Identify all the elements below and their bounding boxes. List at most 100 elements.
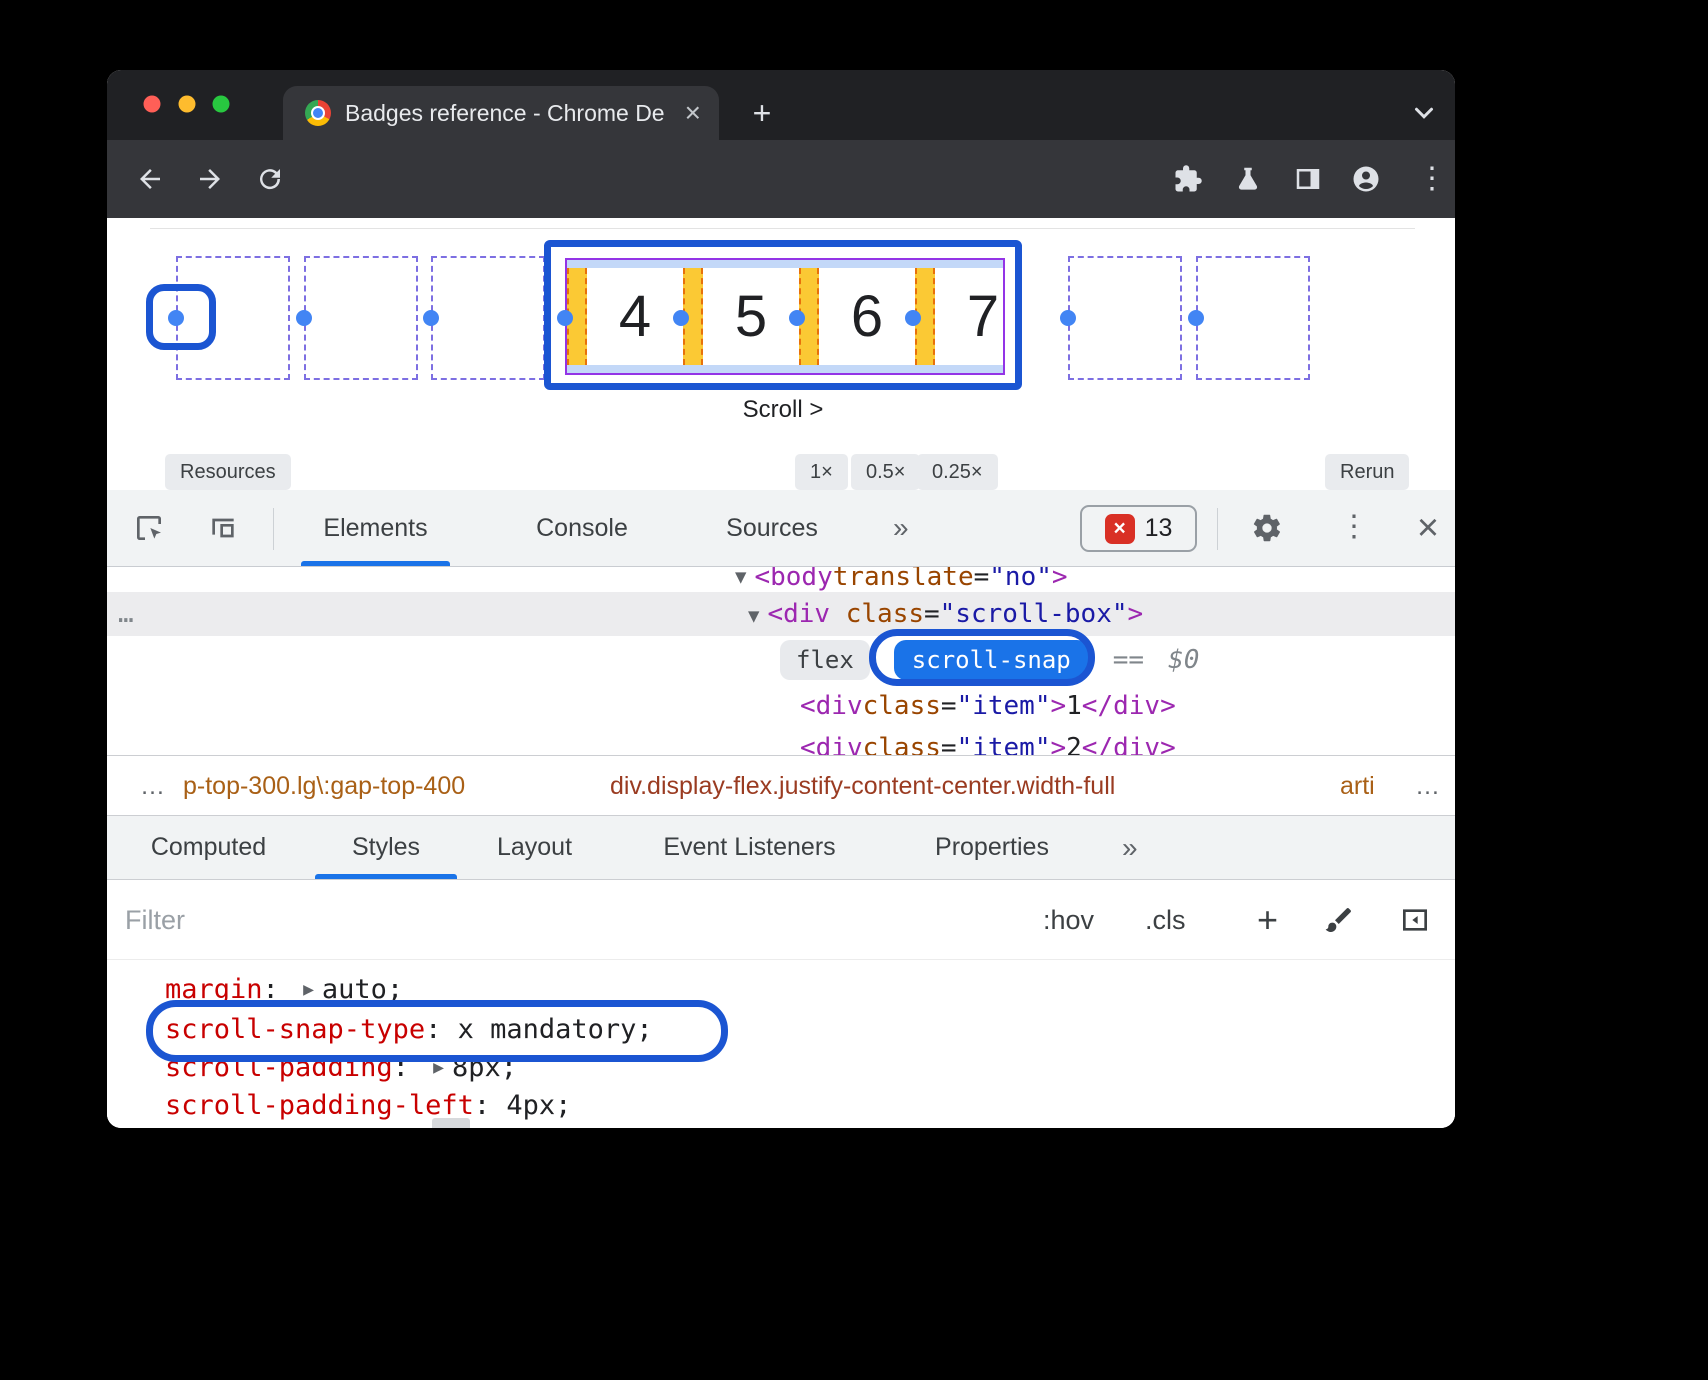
inspect-element-icon[interactable] <box>133 512 165 544</box>
extensions-puzzle-icon[interactable] <box>1173 164 1203 194</box>
equals-sign: == <box>1113 645 1144 675</box>
token-attr: class <box>830 599 924 629</box>
styles-tab-layout[interactable]: Layout <box>477 816 592 879</box>
styles-tab-styles[interactable]: Styles <box>315 816 457 879</box>
tree-ellipsis: … <box>118 599 134 629</box>
toggle-hover-button[interactable]: :hov <box>1043 880 1094 960</box>
zoom-window-button[interactable] <box>213 96 230 113</box>
styles-tab-computed[interactable]: Computed <box>130 816 287 879</box>
token-prop: scroll-padding <box>165 1052 393 1083</box>
scroll-padding-strip <box>567 260 1003 268</box>
dock-sidebar-icon[interactable] <box>1399 904 1431 936</box>
css-declaration-scroll-padding-left[interactable]: scroll-padding-left: 4px; <box>165 1086 571 1124</box>
css-declaration-scroll-snap-type[interactable]: scroll-snap-type: x mandatory; <box>165 1010 653 1048</box>
snap-point-dot <box>673 310 689 326</box>
token-val: "item" <box>957 691 1051 721</box>
toolbar-divider <box>273 508 274 550</box>
token-tag: > <box>1052 567 1068 592</box>
css-declaration-scroll-padding[interactable]: scroll-padding: ▶8px; <box>165 1048 517 1086</box>
token-plain: : x mandatory; <box>425 1014 653 1045</box>
demo-border <box>150 228 1415 229</box>
breadcrumb-overflow[interactable]: … <box>1415 756 1440 816</box>
tab-title: Badges reference - Chrome De <box>345 86 665 140</box>
token-val: "no" <box>989 567 1052 592</box>
profile-avatar-icon[interactable] <box>1351 164 1381 194</box>
error-count-badge[interactable]: × 13 <box>1080 505 1197 552</box>
browser-tab[interactable]: Badges reference - Chrome De × <box>283 86 719 140</box>
breadcrumb: … p-top-300.lg\:gap-top-400 div.display-fl… <box>107 755 1455 815</box>
browser-menu-icon[interactable]: ⋮ <box>1417 162 1447 196</box>
rerun-button[interactable]: Rerun <box>1325 454 1409 490</box>
scroll-item-placeholder <box>176 256 290 380</box>
resources-button[interactable]: Resources <box>165 454 291 490</box>
token-plain: 8px; <box>452 1052 517 1083</box>
new-style-rule-button[interactable]: + <box>1257 880 1278 960</box>
error-icon: × <box>1105 514 1135 544</box>
error-count: 13 <box>1145 514 1173 543</box>
token-val: "item" <box>957 733 1051 755</box>
token-plain: : <box>263 974 296 1005</box>
styles-tab-properties[interactable]: Properties <box>912 816 1072 879</box>
settings-gear-icon[interactable] <box>1251 512 1283 544</box>
chevron-down-icon[interactable] <box>1407 98 1441 128</box>
selected-tab-underline <box>301 561 450 566</box>
token-plain: = <box>941 733 957 755</box>
toggle-class-button[interactable]: .cls <box>1145 880 1186 960</box>
devtools-close-icon[interactable]: × <box>1407 504 1449 552</box>
filter-input[interactable]: Filter <box>125 880 185 960</box>
token-arrow: ▼ <box>748 605 759 627</box>
devtools-tab-elements[interactable]: Elements <box>293 490 458 566</box>
devtools-tab-console[interactable]: Console <box>507 490 657 566</box>
token-tag: <div <box>800 691 863 721</box>
browser-window: Badges reference - Chrome De × + localho… <box>107 70 1455 1128</box>
breadcrumb-overflow[interactable]: … <box>140 756 165 816</box>
forward-button[interactable] <box>195 164 225 194</box>
styles-tab-event-listeners[interactable]: Event Listeners <box>632 816 867 879</box>
scroll-item: 5 <box>703 268 799 365</box>
token-tag: > <box>1128 599 1144 629</box>
token-plain: = <box>941 691 957 721</box>
devtools-menu-icon[interactable]: ⋮ <box>1339 510 1369 544</box>
devtools-tab-sources[interactable]: Sources <box>697 490 847 566</box>
close-window-button[interactable] <box>144 96 161 113</box>
device-toolbar-icon[interactable] <box>207 512 239 544</box>
back-button[interactable] <box>135 164 165 194</box>
paintbrush-icon[interactable] <box>1323 904 1355 936</box>
token-prop: margin <box>165 974 263 1005</box>
breadcrumb-item[interactable]: p-top-300.lg\:gap-top-400 <box>183 756 465 816</box>
token-tag: <div <box>767 599 830 629</box>
token-attr: class <box>863 691 941 721</box>
scroll-snap-overlay: 4567 <box>565 258 1005 375</box>
breadcrumb-item[interactable]: div.display-flex.justify-content-center.… <box>610 756 1115 816</box>
flex-badge[interactable]: flex <box>780 640 870 680</box>
more-tabs-button[interactable]: » <box>893 490 909 566</box>
speed-0.5×-button[interactable]: 0.5× <box>851 454 920 490</box>
reload-button[interactable] <box>255 164 285 194</box>
new-tab-button[interactable]: + <box>739 86 785 140</box>
tab-close-icon[interactable]: × <box>685 86 701 140</box>
browser-toolbar: localhost:8080/docs/devtools/elements/ba… <box>107 140 1455 218</box>
screenshot-root: { "chrome": { "tab_title": "Badges refer… <box>0 0 1708 1380</box>
labs-flask-icon[interactable] <box>1233 164 1263 194</box>
devtools-panel: Elements Console Sources » × 13 ⋮ × ▼ <body… <box>107 490 1455 1128</box>
dom-node-badges-row: flex scroll-snap == $0 <box>780 637 1199 683</box>
dom-node-item-1[interactable]: <div class="item">1</div> <box>800 684 1176 728</box>
styles-filter-row: Filter :hov .cls + <box>107 880 1455 960</box>
css-declaration-margin[interactable]: margin: ▶auto; <box>165 970 403 1008</box>
selected-tab-underline <box>315 874 457 879</box>
scroll-snap-badge[interactable]: scroll-snap <box>894 640 1089 680</box>
side-panel-icon[interactable] <box>1293 164 1323 194</box>
minimize-window-button[interactable] <box>179 96 196 113</box>
token-tag: > <box>1050 691 1066 721</box>
dom-node-scroll-box[interactable]: … ▼<div class="scroll-box"> <box>107 592 1455 636</box>
more-styles-tabs-button[interactable]: » <box>1122 816 1138 879</box>
token-tag: <body <box>754 567 832 592</box>
breadcrumb-item[interactable]: arti <box>1340 756 1375 816</box>
dom-node-item-2[interactable]: <div class="item">2</div> <box>800 726 1176 755</box>
snap-point-dot <box>789 310 805 326</box>
token-prop: scroll-snap-type <box>165 1014 425 1045</box>
snap-point-dot <box>557 310 573 326</box>
speed-0.25×-button[interactable]: 0.25× <box>917 454 998 490</box>
scroll-item-placeholder <box>1068 256 1182 380</box>
speed-1×-button[interactable]: 1× <box>795 454 848 490</box>
